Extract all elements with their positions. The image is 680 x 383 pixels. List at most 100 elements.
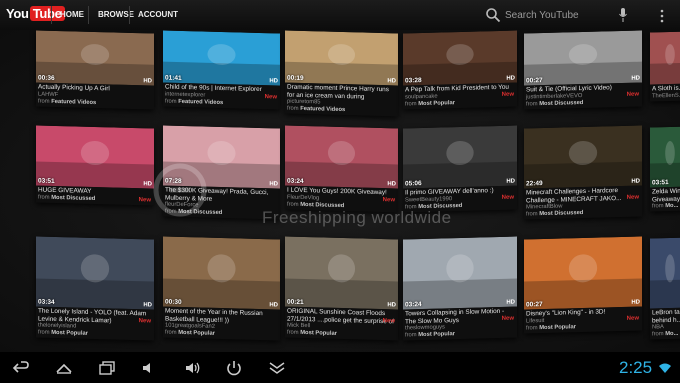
overflow-menu-icon[interactable] [660,9,664,23]
source-name: Most Popular [418,99,455,107]
video-duration: 00:21 [287,298,304,307]
youtube-logo[interactable]: You Tube [6,6,65,21]
source-name: Featured Videos [178,98,224,106]
video-card[interactable]: 22:49 HD Minecraft Challenges - Hardcore C… [524,125,642,220]
video-title[interactable]: LeBron ta... behind h... [652,309,680,325]
video-thumbnail[interactable]: 03:51 [650,126,680,188]
new-badge: New [501,194,514,201]
video-duration: 00:30 [165,298,182,306]
video-thumbnail[interactable]: 05:06 HD [403,125,517,189]
video-thumbnail[interactable]: 00:30 HD [163,236,280,310]
new-badge: New [501,315,514,322]
video-thumbnail[interactable]: 00:27 HD [524,236,642,310]
video-card[interactable]: 03:24 HD Towers Collapsing in Slow Motion … [403,236,517,341]
video-card[interactable]: LeBron ta... behind h... NBA from Mo... [650,237,680,340]
video-thumbnail[interactable] [650,237,680,309]
video-title[interactable]: Zelda Win... Giveaway [652,188,680,204]
source-name: Most Popular [51,329,88,337]
video-thumbnail[interactable]: 03:34 HD [36,236,154,310]
video-card[interactable]: 03:24 HD I LOVE You Guys! 200K Giveaway! Fl… [285,125,398,212]
hd-badge: HD [631,75,640,82]
hd-badge: HD [143,78,152,85]
home-icon[interactable] [55,360,73,376]
video-source: from Mo... [652,330,679,338]
recent-apps-icon[interactable] [98,360,116,376]
hd-badge: HD [631,178,640,185]
source-name: Most Discussed [51,194,96,202]
video-card[interactable]: 00:36 HD Actually Picking Up A Girl LAHWF fr… [36,30,154,110]
video-card[interactable]: 00:30 HD Moment of the Year in the Russian… [163,236,280,341]
video-card[interactable]: 00:27 HD Disney's "Lion King" - in 3D! Life… [524,236,642,334]
source-name: Most Discussed [539,99,584,107]
search-icon[interactable] [485,7,501,23]
nav-divider [88,6,89,24]
video-duration: 03:51 [38,177,55,185]
video-thumbnail[interactable]: 00:19 HD [285,30,398,86]
nav-home[interactable]: HOME [60,10,84,19]
video-thumbnail[interactable] [650,31,680,85]
hd-badge: HD [269,181,278,188]
video-duration: 01:41 [165,74,182,82]
hd-badge: HD [387,181,396,188]
nav-divider [129,6,130,24]
video-source: from Mo... [652,202,679,210]
new-badge: New [626,315,639,322]
video-thumbnail[interactable]: 03:51 HD [36,125,154,189]
volume-down-icon[interactable] [140,360,158,376]
video-thumbnail[interactable]: 00:27 HD [524,30,642,86]
source-name: Featured Videos [300,105,346,114]
video-source: from Most Popular [405,99,455,107]
video-thumbnail[interactable]: 03:24 HD [285,125,398,189]
watermark-logo [153,163,207,217]
channel-name: TheEllenS... [652,92,680,99]
video-source: from Most Popular [405,331,455,339]
video-card[interactable]: 05:06 HD Il primo GIVEAWAY dell'anno :) Swe… [403,125,517,212]
video-thumbnail[interactable]: 01:41 HD [163,30,280,86]
video-duration: 03:24 [405,301,422,309]
video-thumbnail[interactable]: 00:36 HD [36,30,154,86]
video-card[interactable]: 03:51 HD HUGE GIVEAWAY New from Most Discuss… [36,125,154,206]
video-thumbnail[interactable]: 22:49 HD [524,125,642,189]
video-card[interactable]: 00:19 HD Dramatic moment Prince Harry runs… [285,30,398,117]
video-duration: 00:27 [526,77,543,85]
new-badge: New [382,197,395,204]
source-name: Featured Videos [51,98,97,106]
action-bar: You Tube HOME BROWSE ACCOUNT [0,0,680,31]
new-badge: New [626,194,639,201]
video-thumbnail[interactable]: 03:24 HD [403,236,517,310]
hd-badge: HD [143,302,152,309]
source-name: Most Popular [300,329,337,337]
video-title[interactable]: A Sloth is... [652,85,680,93]
notification-shade-icon[interactable] [268,360,286,376]
source-name: Most Popular [178,329,215,337]
video-card[interactable]: 00:27 HD Suit & Tie (Official Lyric Video)… [524,30,642,110]
video-source: from Featured Videos [287,105,346,114]
video-card[interactable]: 03:51 Zelda Win... Giveaway from Mo... [650,126,680,212]
hd-badge: HD [387,302,396,309]
volume-up-icon[interactable] [184,360,202,376]
video-duration: 00:19 [287,74,304,83]
nav-account[interactable]: ACCOUNT [138,10,178,19]
power-icon[interactable] [225,360,243,376]
video-thumbnail[interactable]: 03:28 HD [403,30,517,86]
new-badge: New [264,94,277,101]
search-input[interactable] [505,8,605,22]
watermark-text: Freeshipping worldwide [262,208,452,227]
hd-badge: HD [506,299,515,306]
video-duration: 00:36 [38,74,55,82]
hd-badge: HD [631,299,640,306]
hd-badge: HD [506,178,515,185]
video-card[interactable]: 00:21 HD ORIGINAL Sunshine Coast Floods 27… [285,236,398,341]
hd-badge: HD [387,78,396,85]
new-badge: New [382,318,395,325]
video-card[interactable]: 01:41 HD Child of the 90s | Internet Explo… [163,30,280,110]
video-card[interactable]: 03:34 HD The Lonely Island - YOLO (feat. A… [36,236,154,341]
video-thumbnail[interactable]: 00:21 HD [285,236,398,310]
back-icon[interactable] [12,360,30,376]
video-duration: 22:49 [526,180,543,188]
video-duration: 03:34 [38,298,55,306]
video-source: from Most Popular [287,329,337,337]
video-card[interactable]: 03:28 HD A Pep Talk from Kid President to … [403,30,517,109]
microphone-icon[interactable] [618,7,628,23]
video-card[interactable]: A Sloth is... TheEllenS... [650,31,680,102]
